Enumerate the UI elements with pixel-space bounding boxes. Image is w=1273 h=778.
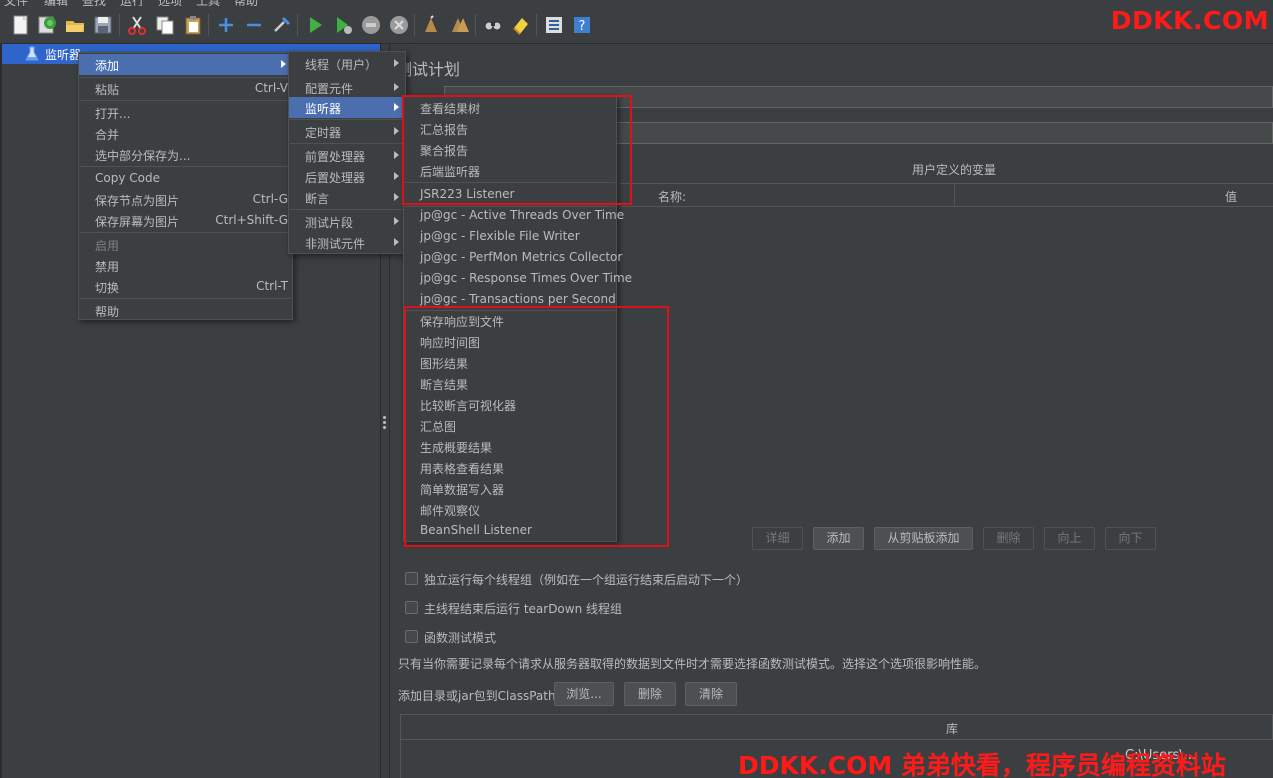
menu-item-add[interactable]: 添加 <box>79 54 292 75</box>
listener-aggregate-graph[interactable]: 汇总图 <box>404 415 616 436</box>
classpath-label: 添加目录或jar包到ClassPath <box>398 689 556 703</box>
menu-item-help[interactable]: 帮助 <box>79 300 292 321</box>
user-variables-title: 用户定义的变量 <box>912 163 997 177</box>
start-icon[interactable] <box>304 14 326 36</box>
submenu-assertions[interactable]: 断言 <box>289 187 405 208</box>
menu-item-save-node-image[interactable]: 保存节点为图片 Ctrl-G <box>79 189 292 210</box>
submenu-listeners[interactable]: 监听器 <box>289 97 405 118</box>
listener-simple-data-writer[interactable]: 简单数据写入器 <box>404 478 616 499</box>
start-no-pause-icon[interactable] <box>332 14 354 36</box>
submenu-timers[interactable]: 定时器 <box>289 121 405 142</box>
listener-response-times[interactable]: jp@gc - Response Times Over Time <box>404 268 632 289</box>
menu-item-copy-code[interactable]: Copy Code <box>79 168 292 189</box>
clear-all-icon[interactable] <box>449 14 471 36</box>
menu-item-save-screen-image[interactable]: 保存屏幕为图片 Ctrl+Shift-G <box>79 210 292 231</box>
cut-icon[interactable] <box>126 14 148 36</box>
variables-table-header <box>620 183 1273 207</box>
submenu-threads[interactable]: 线程（用户） <box>289 53 405 74</box>
listener-beanshell[interactable]: BeanShell Listener <box>404 520 616 541</box>
classpath-delete-button[interactable]: 删除 <box>624 682 676 706</box>
search-icon[interactable] <box>482 14 504 36</box>
listener-perfmon[interactable]: jp@gc - PerfMon Metrics Collector <box>404 247 622 268</box>
detail-button[interactable]: 详细 <box>752 527 803 550</box>
listener-graph-results[interactable]: 图形结果 <box>404 352 616 373</box>
library-column: 库 <box>946 722 959 736</box>
menu-item-enable: 启用 <box>95 239 120 253</box>
browse-button[interactable]: 浏览... <box>554 682 614 706</box>
listener-view-results-table[interactable]: 用表格查看结果 <box>404 457 616 478</box>
paste-icon[interactable] <box>182 14 204 36</box>
shutdown-icon[interactable] <box>388 14 410 36</box>
column-value: 值 <box>1225 190 1238 204</box>
listener-backend[interactable]: 后端监听器 <box>404 160 616 181</box>
watermark-top: DDKK.COM <box>1110 6 1269 35</box>
help-icon[interactable]: ? <box>571 14 593 36</box>
listener-response-time-graph[interactable]: 响应时间图 <box>404 331 616 352</box>
watermark-bottom: DDKK.COM 弟弟快看，程序员编程资料站 <box>738 751 1226 778</box>
down-button[interactable]: 向下 <box>1105 527 1156 550</box>
new-icon[interactable] <box>10 14 32 36</box>
clear-icon[interactable] <box>421 14 443 36</box>
save-icon[interactable] <box>92 14 114 36</box>
templates-icon[interactable] <box>36 14 58 36</box>
submenu-test-fragment[interactable]: 测试片段 <box>289 211 405 232</box>
open-icon[interactable] <box>64 14 86 36</box>
listener-jsr223[interactable]: JSR223 Listener <box>404 184 616 205</box>
copy-icon[interactable] <box>154 14 176 36</box>
listener-summary-report[interactable]: 汇总报告 <box>404 118 616 139</box>
listener-assertion-results[interactable]: 断言结果 <box>404 373 616 394</box>
delete-button[interactable]: 删除 <box>983 527 1034 550</box>
collapse-icon[interactable] <box>243 14 265 36</box>
menu-item-save-selection[interactable]: 选中部分保存为... <box>79 144 292 165</box>
classpath-clear-button[interactable]: 清除 <box>685 682 737 706</box>
listener-tps[interactable]: jp@gc - Transactions per Second <box>404 289 616 310</box>
add-button[interactable]: 添加 <box>813 527 864 550</box>
flask-icon <box>25 46 39 62</box>
listener-mailer-visualizer[interactable]: 邮件观察仪 <box>404 499 616 520</box>
menu-item-disable[interactable]: 禁用 <box>79 255 292 276</box>
add-from-clipboard-button[interactable]: 从剪贴板添加 <box>874 527 973 550</box>
listener-submenu: 查看结果树 汇总报告 聚合报告 后端监听器 JSR223 Listener jp… <box>403 95 632 542</box>
tree-node-label: 监听器 <box>45 48 82 62</box>
listener-view-results-tree[interactable]: 查看结果树 <box>404 97 616 118</box>
submenu-config-elements[interactable]: 配置元件 <box>289 77 405 98</box>
add-submenu: 线程（用户） 配置元件 监听器 定时器 前置处理器 后置处理器 断言 测试片段 … <box>288 51 406 254</box>
function-helper-icon[interactable] <box>543 14 565 36</box>
listener-active-threads[interactable]: jp@gc - Active Threads Over Time <box>404 205 624 226</box>
library-table-header <box>400 714 1273 740</box>
variables-table[interactable] <box>620 208 1273 518</box>
menu-item-open[interactable]: 打开... <box>79 102 292 123</box>
expand-icon[interactable] <box>215 14 237 36</box>
menu-item-toggle[interactable]: 切换 Ctrl-T <box>79 276 292 297</box>
functional-mode-note: 只有当你需要记录每个请求从服务器取得的数据到文件时才需要选择函数测试模式。选择这… <box>398 657 987 671</box>
submenu-pre-processors[interactable]: 前置处理器 <box>289 145 405 166</box>
context-menu: 添加 粘贴 Ctrl-V 打开... 合并 选中部分保存为... Copy Cod… <box>78 52 293 320</box>
menu-item-paste[interactable]: 粘贴 Ctrl-V <box>79 78 292 99</box>
listener-generate-summary[interactable]: 生成概要结果 <box>404 436 616 457</box>
submenu-non-test-elements[interactable]: 非测试元件 <box>289 232 405 253</box>
reset-search-icon[interactable] <box>510 14 532 36</box>
up-button[interactable]: 向上 <box>1044 527 1095 550</box>
column-name: 名称: <box>658 190 687 204</box>
svg-text:?: ? <box>579 19 586 34</box>
menu-item-merge[interactable]: 合并 <box>79 123 292 144</box>
listener-save-responses[interactable]: 保存响应到文件 <box>404 310 616 331</box>
listener-comparison-assertion-visualizer[interactable]: 比较断言可视化器 <box>404 394 616 415</box>
toggle-icon[interactable] <box>271 14 293 36</box>
toolbar: ? <box>0 6 1273 44</box>
submenu-post-processors[interactable]: 后置处理器 <box>289 166 405 187</box>
stop-icon[interactable] <box>360 14 382 36</box>
listener-aggregate-report[interactable]: 聚合报告 <box>404 139 616 160</box>
listener-flexible-file-writer[interactable]: jp@gc - Flexible File Writer <box>404 226 616 247</box>
